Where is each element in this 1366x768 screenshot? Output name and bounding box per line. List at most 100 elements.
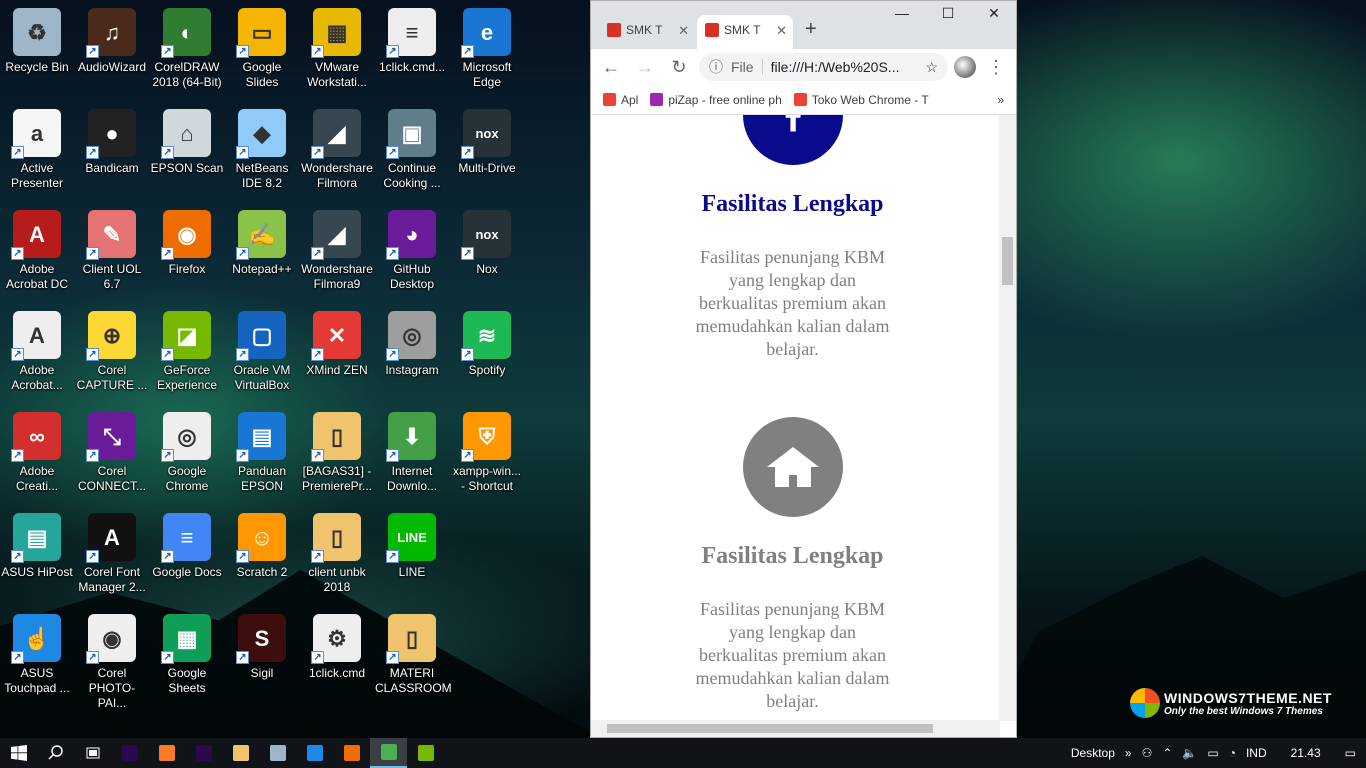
people-icon[interactable]: ⚇ (1142, 746, 1153, 760)
desktop-shortcut[interactable]: ● ↗ Bandicam (75, 103, 149, 199)
desktop-shortcut[interactable]: ◎ ↗ Google Chrome (150, 406, 224, 502)
app-icon: ∞ ↗ (11, 412, 61, 462)
desktop-shortcut[interactable]: ▯ ↗ MATERI CLASSROOM (375, 608, 452, 704)
taskbar-file-explorer-button[interactable] (222, 738, 259, 768)
desktop-shortcut[interactable]: ⤡ ↗ Corel CONNECT... (75, 406, 149, 502)
desktop-shortcut[interactable]: ⬇ ↗ Internet Downlo... (375, 406, 449, 502)
desktop-shortcut[interactable]: ≋ ↗ Spotify (450, 305, 524, 401)
desktop-shortcut[interactable]: ▯ ↗ [BAGAS31] - PremierePr... (300, 406, 374, 502)
desktop-shortcut[interactable]: ☝ ↗ ASUS Touchpad ... (0, 608, 74, 704)
desktop-shortcut[interactable]: ⊕ ↗ Corel CAPTURE ... (75, 305, 149, 401)
back-button[interactable]: ← (597, 57, 625, 78)
desktop-shortcut[interactable]: ▣ ↗ Continue Cooking ... (375, 103, 449, 199)
address-bar[interactable]: ⓘ File file:///H:/Web%20S... ☆ (699, 53, 948, 81)
reload-button[interactable]: ↻ (665, 57, 693, 78)
task-view-button[interactable] (74, 738, 111, 768)
tab-smk-2[interactable]: SMK T ✕ (697, 15, 793, 49)
minimize-button[interactable]: — (879, 5, 925, 29)
maximize-button[interactable]: ☐ (925, 5, 971, 29)
desktop-shortcut[interactable]: S ↗ Sigil (225, 608, 299, 704)
clock[interactable]: 21.43 (1291, 746, 1321, 760)
desktop-shortcut[interactable]: ▦ ↗ VMware Workstati... (300, 2, 374, 98)
desktop-shortcut[interactable]: ◕ ↗ GitHub Desktop (375, 204, 449, 300)
taskbar-chrome-button[interactable] (370, 738, 407, 768)
start-button[interactable] (0, 738, 37, 768)
desktop-shortcut[interactable]: ≡ ↗ 1click.cmd... (375, 2, 449, 98)
desktop-shortcut[interactable]: ◐ ↗ CorelDRAW 2018 (64-Bit) (150, 2, 224, 98)
bookmark-star-icon[interactable]: ☆ (925, 59, 938, 76)
taskbar-virtualbox-button[interactable] (259, 738, 296, 768)
horizontal-scrollbar[interactable] (591, 720, 1000, 737)
xampp-icon (158, 745, 175, 761)
desktop-shortcut[interactable]: ◪ ↗ GeForce Experience (150, 305, 224, 401)
info-icon[interactable]: ⓘ (709, 57, 723, 77)
desktop-shortcut[interactable]: ▦ ↗ Google Sheets (150, 608, 224, 704)
desktop-shortcut[interactable]: ▤ ↗ ASUS HiPost (0, 507, 74, 603)
tab-close-icon[interactable]: ✕ (776, 23, 787, 49)
desktop-shortcut[interactable]: ⌂ ↗ EPSON Scan (150, 103, 224, 199)
notification-center-icon[interactable]: ▭ (1345, 746, 1356, 760)
desktop-shortcut[interactable]: e ↗ Microsoft Edge (450, 2, 524, 98)
profile-avatar[interactable] (954, 56, 976, 78)
desktop-shortcut[interactable]: ✎ ↗ Client UOL 6.7 (75, 204, 149, 300)
vertical-scrollbar[interactable] (999, 115, 1016, 721)
bookmark-apps[interactable]: Apl (603, 93, 638, 107)
desktop-shortcut[interactable]: ✍ ↗ Notepad++ (225, 204, 299, 300)
scrollbar-thumb[interactable] (607, 724, 933, 733)
desktop-shortcut[interactable]: ◉ ↗ Corel PHOTO-PAI... (75, 608, 149, 710)
wifi-icon[interactable]: ◔ (1229, 746, 1236, 760)
desktop-shortcut[interactable]: ▭ ↗ Google Slides (225, 2, 299, 98)
desktop-shortcut[interactable]: ◎ ↗ Instagram (375, 305, 449, 401)
desktop-shortcut[interactable]: ⚙ ↗ 1click.cmd (300, 608, 374, 704)
bookmarks-overflow-button[interactable]: » (997, 93, 1004, 107)
scrollbar-thumb[interactable] (1002, 237, 1013, 285)
address-url[interactable]: file:///H:/Web%20S... (771, 59, 918, 75)
desktop-shortcut[interactable]: ▤ ↗ Panduan EPSON (225, 406, 299, 502)
desktop-shortcut[interactable]: LINE ↗ LINE (375, 507, 449, 603)
new-tab-button[interactable]: + (805, 18, 817, 41)
app-icon: ⚙ ↗ (311, 614, 361, 664)
desktop-shortcut[interactable]: ▯ ↗ client unbk 2018 (300, 507, 374, 603)
bookmark-pizap[interactable]: piZap - free online ph (650, 93, 782, 107)
tab-smk-1[interactable]: SMK T ✕ (599, 15, 695, 49)
desktop-shortcut[interactable]: ⛨ ↗ xampp-win... - Shortcut (450, 406, 524, 502)
tab-close-icon[interactable]: ✕ (678, 23, 689, 49)
desktop-shortcut[interactable]: nox ↗ Multi-Drive (450, 103, 524, 199)
desktop-shortcut[interactable]: ♻ Recycle Bin (0, 2, 74, 98)
desktop-shortcut[interactable]: A ↗ Adobe Acrobat DC (0, 204, 74, 300)
taskbar-firefox-button[interactable] (333, 738, 370, 768)
desktop-shortcut[interactable]: ☺ ↗ Scratch 2 (225, 507, 299, 603)
desktop-shortcut[interactable]: nox ↗ Nox (450, 204, 524, 300)
chrome-menu-button[interactable]: ⋮ (982, 57, 1010, 78)
desktop-shortcut[interactable]: ◆ ↗ NetBeans IDE 8.2 (225, 103, 299, 199)
desktop-shortcut[interactable]: ♫ ↗ AudioWizard (75, 2, 149, 98)
desktop-shortcut[interactable]: a ↗ Active Presenter (0, 103, 74, 199)
desktop-shortcut[interactable]: ≡ ↗ Google Docs (150, 507, 224, 603)
shortcut-label: MATERI CLASSROOM (375, 666, 452, 695)
search-button[interactable] (37, 738, 74, 768)
volume-icon[interactable]: 🔈 (1182, 746, 1197, 760)
taskbar-xampp-button[interactable] (148, 738, 185, 768)
desktop-shortcut[interactable]: ✕ ↗ XMind ZEN (300, 305, 374, 401)
battery-icon[interactable]: ▭ (1207, 746, 1218, 760)
forward-button[interactable]: → (631, 57, 659, 78)
language-indicator[interactable]: IND (1246, 746, 1267, 760)
toolbar-overflow-icon[interactable]: » (1125, 746, 1132, 760)
home-icon[interactable] (742, 417, 843, 517)
desktop-shortcut[interactable]: A ↗ Corel Font Manager 2... (75, 507, 149, 603)
desktop-shortcut[interactable]: ◢ ↗ Wondershare Filmora9 (300, 204, 374, 300)
desktop-shortcut[interactable]: ∞ ↗ Adobe Creati... (0, 406, 74, 502)
bookmark-webstore[interactable]: Toko Web Chrome - T (793, 93, 929, 107)
taskbar-geforce-button[interactable] (407, 738, 444, 768)
desktop-shortcut[interactable]: A ↗ Adobe Acrobat... (0, 305, 74, 401)
taskbar-vscode-button[interactable] (296, 738, 333, 768)
taskbar-premiere-button[interactable] (111, 738, 148, 768)
desktop-toolbar-label[interactable]: Desktop (1071, 746, 1115, 760)
taskbar-premiere-2-button[interactable] (185, 738, 222, 768)
desktop-shortcut[interactable]: ◢ ↗ Wondershare Filmora (300, 103, 374, 199)
desktop-shortcut[interactable]: ◉ ↗ Firefox (150, 204, 224, 300)
close-window-button[interactable]: ✕ (971, 5, 1017, 29)
facebook-icon[interactable] (742, 115, 843, 165)
show-hidden-icons-chevron-icon[interactable]: ⌃ (1162, 746, 1172, 760)
desktop-shortcut[interactable]: ▢ ↗ Oracle VM VirtualBox (225, 305, 299, 401)
